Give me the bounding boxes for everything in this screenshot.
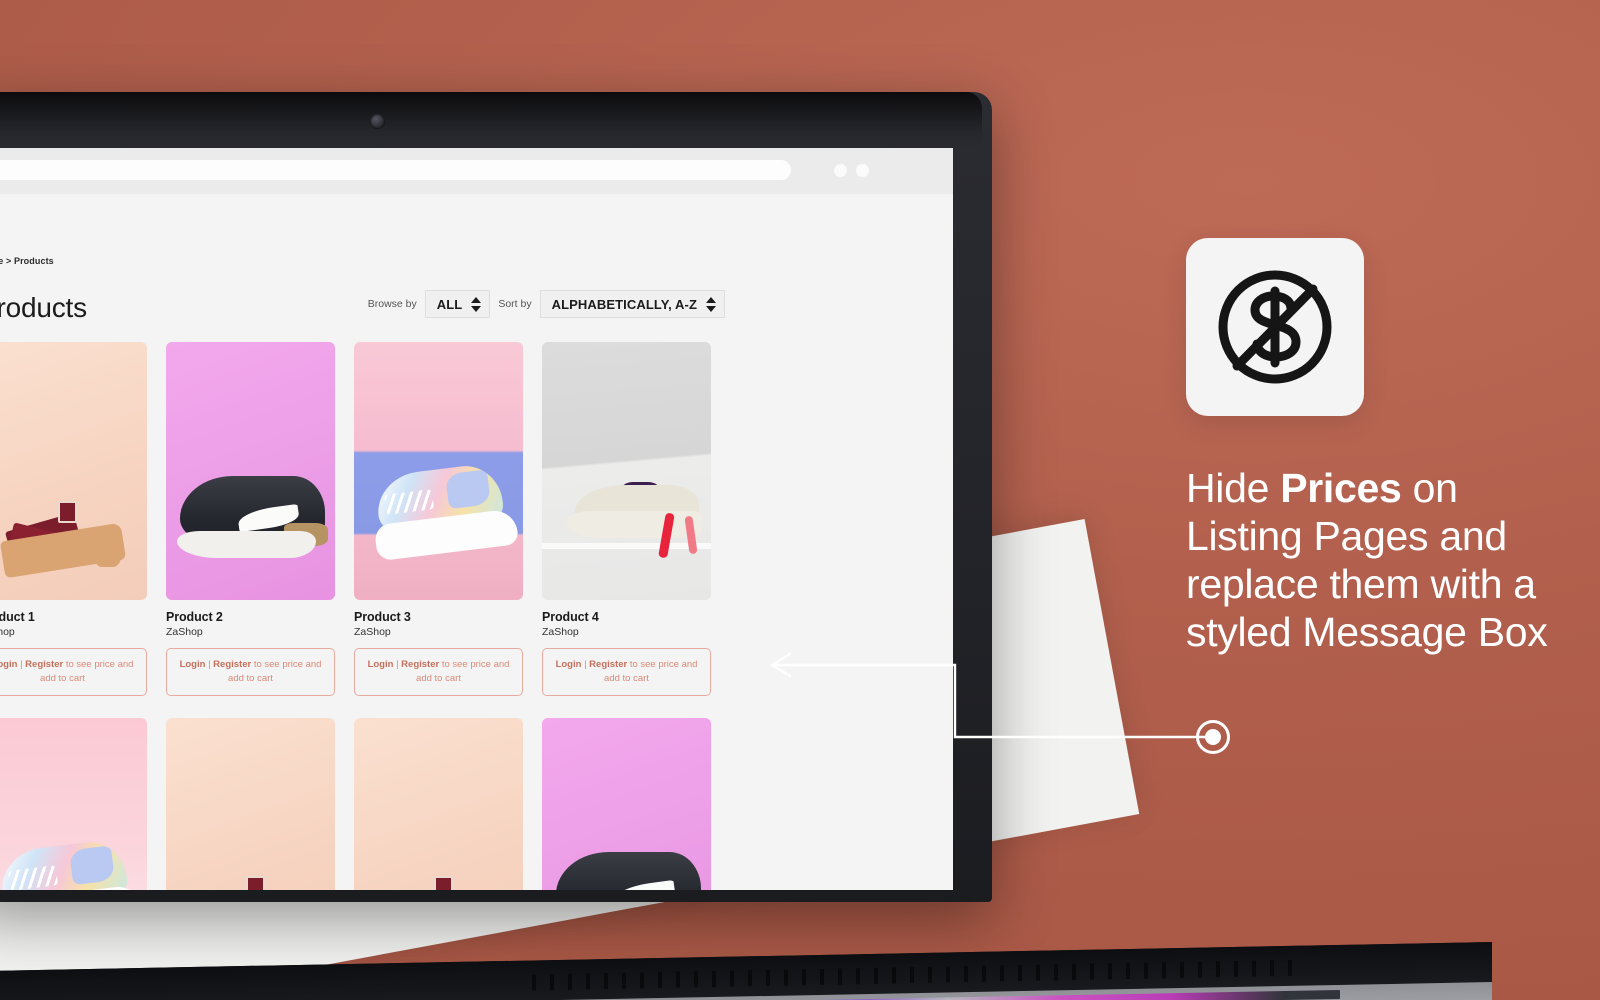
product-title: Product 1 <box>0 610 35 624</box>
product-card[interactable]: Product 1 ZaShop Login | Register to see… <box>0 342 147 696</box>
product-image[interactable] <box>354 342 523 600</box>
product-image[interactable] <box>0 342 147 600</box>
sneaker-photo <box>176 476 328 558</box>
chevron-updown-icon <box>471 296 482 312</box>
separator: | <box>584 659 587 670</box>
window-dot-1[interactable] <box>834 164 847 177</box>
product-vendor: ZaShop <box>0 626 15 638</box>
price-message-box[interactable]: Login | Register to see price and add to… <box>354 648 523 696</box>
price-message-box[interactable]: Login | Register to see price and add to… <box>542 648 711 696</box>
window-dot-2[interactable] <box>856 164 869 177</box>
login-link[interactable]: Login <box>180 659 206 670</box>
product-card[interactable] <box>542 717 711 890</box>
sneaker-photo <box>0 812 143 890</box>
webcam-icon <box>370 114 385 129</box>
login-link[interactable]: Login <box>0 659 17 670</box>
product-image[interactable] <box>354 717 523 890</box>
sneaker-photo <box>542 476 711 559</box>
product-vendor: ZaShop <box>542 626 579 638</box>
product-grid: Product 1 ZaShop Login | Register to see… <box>0 322 953 890</box>
headline-part-1: Hide <box>1186 465 1281 511</box>
filter-controls: Browse by ALL Sort by ALPHABETICALLY, A-… <box>368 290 725 322</box>
product-card[interactable] <box>166 717 335 890</box>
separator: | <box>396 659 399 670</box>
headline-emphasis: Prices <box>1280 465 1402 511</box>
headline: Hide Prices on Listing Pages and replace… <box>1186 465 1558 657</box>
product-image[interactable] <box>542 342 711 600</box>
callout-arrow-left <box>770 652 1213 739</box>
login-link[interactable]: Login <box>556 659 582 670</box>
product-image[interactable] <box>0 717 147 890</box>
product-card[interactable] <box>354 717 523 890</box>
separator: | <box>208 659 211 670</box>
register-link[interactable]: Register <box>589 659 627 670</box>
browse-by-label: Browse by <box>367 298 417 310</box>
sneaker-photo <box>365 437 519 562</box>
register-link[interactable]: Register <box>213 659 251 670</box>
price-message-box[interactable]: Login | Register to see price and add to… <box>0 648 147 696</box>
product-card[interactable] <box>0 717 147 890</box>
product-card[interactable]: Product 3 ZaShop Login | Register to see… <box>354 342 523 696</box>
product-image[interactable] <box>166 342 335 600</box>
sandal-photo <box>0 481 126 579</box>
product-vendor: ZaShop <box>354 626 391 638</box>
sneaker-photo <box>555 851 701 890</box>
page-title: Products <box>0 292 87 323</box>
login-link[interactable]: Login <box>368 659 394 670</box>
sort-by-select[interactable]: ALPHABETICALLY, A-Z <box>539 290 725 318</box>
chevron-updown-icon <box>706 296 716 312</box>
product-title: Product 4 <box>542 610 599 624</box>
no-dollar-icon <box>1218 270 1332 384</box>
product-image[interactable] <box>166 717 335 890</box>
speaker-vents <box>532 959 1292 991</box>
browse-by-value: ALL <box>436 296 463 312</box>
product-image[interactable] <box>542 717 711 890</box>
browser-toolbar <box>0 148 953 194</box>
product-title: Product 2 <box>166 610 223 624</box>
address-bar[interactable] <box>0 160 791 180</box>
breadcrumb[interactable]: Home > Products <box>0 194 953 266</box>
register-link[interactable]: Register <box>25 659 63 670</box>
callout-dot <box>1196 720 1230 754</box>
price-message-box[interactable]: Login | Register to see price and add to… <box>166 648 335 696</box>
product-card[interactable]: Product 2 ZaShop Login | Register to see… <box>166 342 335 696</box>
sort-by-label: Sort by <box>498 298 532 310</box>
page-header-row: Products Browse by ALL Sort by ALPHABETI… <box>0 266 953 322</box>
sort-by-value: ALPHABETICALLY, A-Z <box>551 296 697 312</box>
product-card[interactable]: Product 4 ZaShop Login | Register to see… <box>542 342 711 696</box>
callout-connector <box>750 640 1230 760</box>
separator: | <box>20 659 23 670</box>
store-page: Home > Products Products Browse by ALL S… <box>0 194 953 890</box>
product-title: Product 3 <box>354 610 411 624</box>
laptop-mockup: Home > Products Products Browse by ALL S… <box>0 92 1492 1000</box>
sandal-photo <box>378 857 500 890</box>
browse-by-select[interactable]: ALL <box>424 290 491 318</box>
feature-badge <box>1186 238 1364 416</box>
laptop-bezel-top <box>0 92 982 148</box>
product-vendor: ZaShop <box>166 626 203 638</box>
register-link[interactable]: Register <box>401 659 439 670</box>
laptop-screen: Home > Products Products Browse by ALL S… <box>0 148 953 890</box>
sandal-photo <box>190 857 312 890</box>
